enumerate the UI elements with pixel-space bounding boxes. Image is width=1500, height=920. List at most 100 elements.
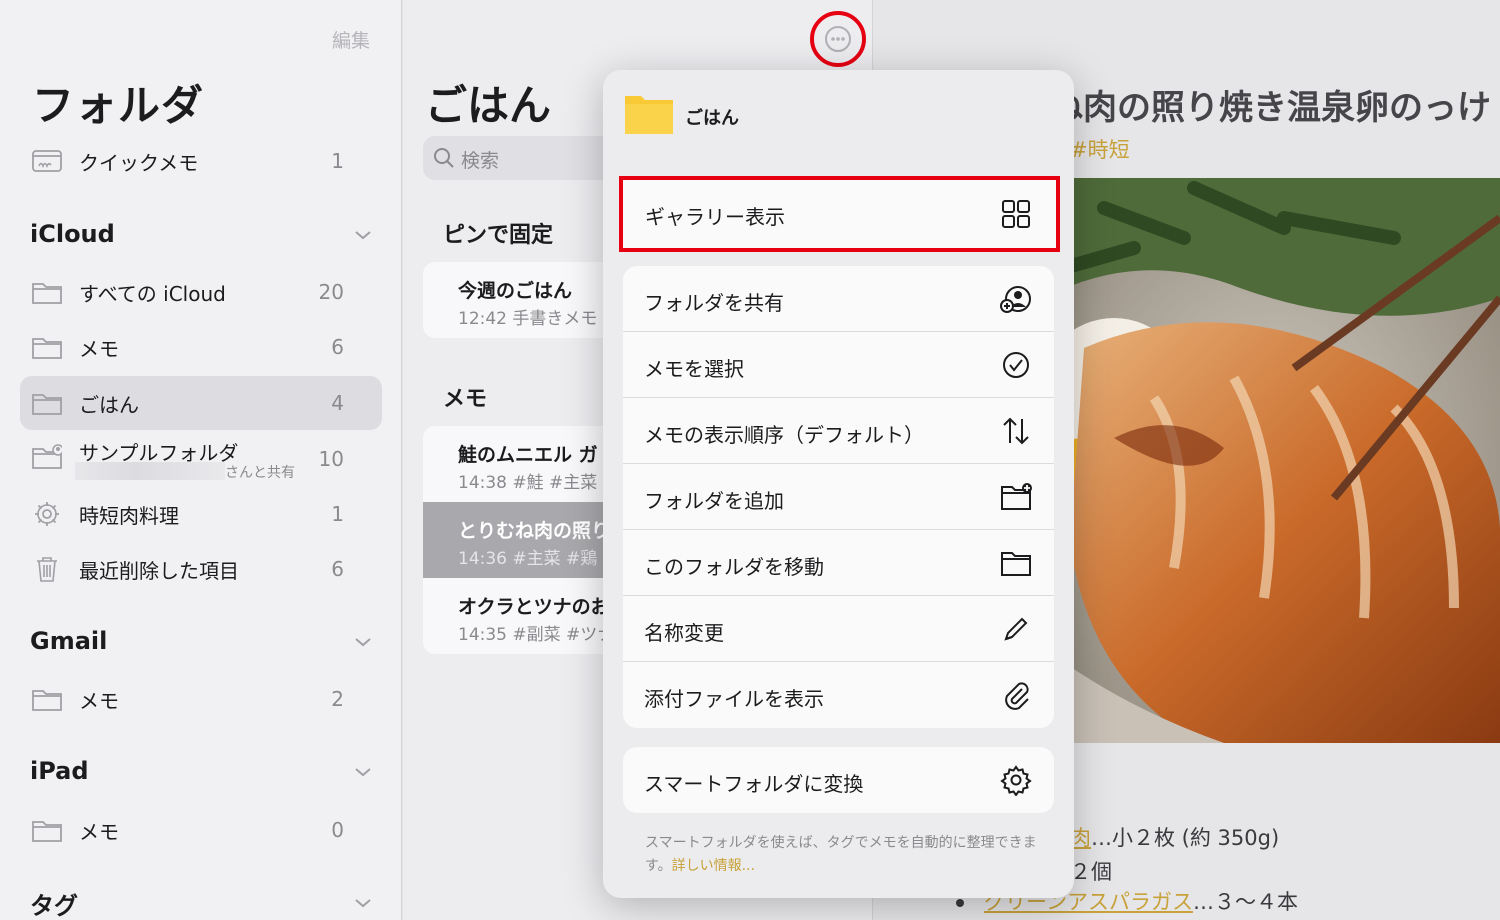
sidebar-item-label: 最近削除した項目 xyxy=(79,558,239,583)
menu-item-add-folder[interactable]: フォルダを追加 xyxy=(623,464,1054,530)
sidebar-title: フォルダ xyxy=(32,81,205,130)
menu-item-label: ギャラリー表示 xyxy=(645,205,785,229)
sidebar-item-count: 1 xyxy=(331,502,344,526)
folder-options-popover: ごはん ギャラリー表示 フォルダを共有 メモを選択 メモの表示順序（デフォルト）… xyxy=(603,70,1074,898)
section-icloud: iCloud xyxy=(30,220,115,248)
grid-icon xyxy=(1002,200,1030,228)
sidebar-item-label: メモ xyxy=(79,688,119,713)
learn-more-link[interactable]: 詳しい情報... xyxy=(672,858,755,874)
sidebar-item-count: 2 xyxy=(331,687,344,711)
smart-folder-footer: スマートフォルダを使えば、タグでメモを自動的に整理できます。詳しい情報... xyxy=(645,832,1045,878)
edit-button[interactable]: 編集 xyxy=(332,26,370,53)
folder-icon xyxy=(32,283,62,304)
ellipsis-circle-icon xyxy=(825,26,851,52)
folder-icon xyxy=(32,338,62,359)
folder-icon xyxy=(32,690,62,711)
sidebar-item-count: 1 xyxy=(331,149,344,173)
note-meta: 12:42 手書きメモ xyxy=(458,309,598,329)
note-meta: 14:36 #主菜 #鶏 xyxy=(458,549,598,569)
sidebar-item-gohan[interactable]: ごはん 4 xyxy=(20,376,382,430)
section-tags: タグ xyxy=(30,892,78,920)
sidebar-item-memo[interactable]: メモ 6 xyxy=(20,320,382,374)
menu-item-label: このフォルダを移動 xyxy=(644,555,824,579)
section-gmail: Gmail xyxy=(30,627,108,655)
dish-photo xyxy=(1044,178,1500,743)
menu-item-label: スマートフォルダに変換 xyxy=(644,772,864,796)
menu-item-label: フォルダを追加 xyxy=(644,489,784,513)
menu-item-rename[interactable]: 名称変更 xyxy=(623,596,1054,662)
sidebar-item-label: ごはん xyxy=(79,392,139,417)
bullet xyxy=(956,899,964,907)
menu-item-sort-order[interactable]: メモの表示順序（デフォルト） xyxy=(623,398,1054,464)
menu-item-label: メモの表示順序（デフォルト） xyxy=(644,423,924,447)
folder-icon xyxy=(32,821,62,842)
ingredient-amount: ２個 xyxy=(1070,860,1112,884)
chevron-down-icon[interactable] xyxy=(354,766,372,778)
note-meta: 14:38 #鮭 #主菜 xyxy=(458,473,598,493)
pinned-heading: ピンで固定 xyxy=(443,223,554,248)
shared-owner-redacted xyxy=(75,462,225,480)
note-tag[interactable]: #時短 xyxy=(1070,134,1130,164)
menu-item-attachments[interactable]: 添付ファイルを表示 xyxy=(623,662,1054,728)
trash-icon xyxy=(37,557,57,582)
gallery-view-item[interactable]: ギャラリー表示 xyxy=(619,176,1060,252)
share-person-icon xyxy=(1000,286,1031,313)
sidebar-item-count: 0 xyxy=(331,818,344,842)
gear-icon xyxy=(35,502,59,526)
folder-title: ごはん xyxy=(425,81,552,130)
sidebar-item-count: 6 xyxy=(331,557,344,581)
note-title: 今週のごはん xyxy=(458,280,573,302)
sidebar-item-label: クイックメモ xyxy=(79,150,199,175)
sort-arrows-icon xyxy=(1003,417,1029,445)
chevron-down-icon[interactable] xyxy=(354,897,372,909)
more-options-button[interactable] xyxy=(810,11,866,67)
folder-icon xyxy=(32,394,62,415)
sidebar-item-gmail-memo[interactable]: メモ 2 xyxy=(20,672,382,726)
search-icon xyxy=(434,148,454,168)
note-title: オクラとツナのお xyxy=(458,596,610,618)
quick-memo-icon xyxy=(32,150,62,172)
note-meta: 14:35 #副菜 #ツナ xyxy=(458,625,615,645)
menu-item-move-folder[interactable]: このフォルダを移動 xyxy=(623,530,1054,596)
section-ipad: iPad xyxy=(30,757,89,785)
menu-item-share-folder[interactable]: フォルダを共有 xyxy=(623,266,1054,332)
sidebar-item-count: 6 xyxy=(331,335,344,359)
sidebar-item-count: 20 xyxy=(318,280,344,304)
note-detail-title: ね肉の照り焼き温泉卵のっけ xyxy=(1049,88,1491,128)
gear-icon xyxy=(1000,765,1032,796)
sidebar-item-jitan[interactable]: 時短肉料理 1 xyxy=(20,487,382,541)
sidebar: 編集 フォルダ クイックメモ 1 iCloud すべての iCloud 20 メ… xyxy=(0,0,402,920)
checkmark-circle-icon xyxy=(1003,352,1029,378)
folder-add-icon xyxy=(1001,483,1032,510)
pencil-icon xyxy=(1004,617,1028,641)
chevron-down-icon[interactable] xyxy=(354,636,372,648)
shared-with-text: さんと共有 xyxy=(225,465,295,481)
ingredient-amount: …小２枚 (約 350g) xyxy=(1091,826,1280,850)
sidebar-item-count: 4 xyxy=(331,391,344,415)
ingredient-amount: …３〜４本 xyxy=(1192,890,1298,914)
menu-item-select-notes[interactable]: メモを選択 xyxy=(623,332,1054,398)
menu-item-label: 添付ファイルを表示 xyxy=(644,687,824,711)
sidebar-item-label: メモ xyxy=(79,819,119,844)
sidebar-item-quick-memo[interactable]: クイックメモ 1 xyxy=(20,134,382,188)
folder-icon xyxy=(1001,552,1031,576)
ingredient-1: 肉…小２枚 (約 350g) xyxy=(1070,822,1279,852)
menu-item-convert-smart-folder[interactable]: スマートフォルダに変換 xyxy=(623,747,1054,813)
menu-group-smart: スマートフォルダに変換 xyxy=(623,747,1054,813)
ingredient-2: ２個 xyxy=(1070,856,1112,886)
sidebar-item-label: すべての iCloud xyxy=(79,281,226,306)
sidebar-item-label: メモ xyxy=(79,336,119,361)
sidebar-item-recently-deleted[interactable]: 最近削除した項目 6 xyxy=(20,542,382,596)
popover-folder-name: ごはん xyxy=(685,108,739,129)
note-title: とりむね肉の照り xyxy=(458,520,611,542)
notes-heading: メモ xyxy=(443,387,488,412)
shared-folder-icon xyxy=(32,444,62,469)
menu-item-label: フォルダを共有 xyxy=(644,291,784,315)
paperclip-icon xyxy=(1005,682,1029,710)
sidebar-item-all-icloud[interactable]: すべての iCloud 20 xyxy=(20,265,382,319)
menu-item-label: メモを選択 xyxy=(644,357,744,381)
folder-icon xyxy=(625,96,673,134)
search-placeholder: 検索 xyxy=(461,150,500,172)
chevron-down-icon[interactable] xyxy=(354,229,372,241)
sidebar-item-ipad-memo[interactable]: メモ 0 xyxy=(20,803,382,857)
